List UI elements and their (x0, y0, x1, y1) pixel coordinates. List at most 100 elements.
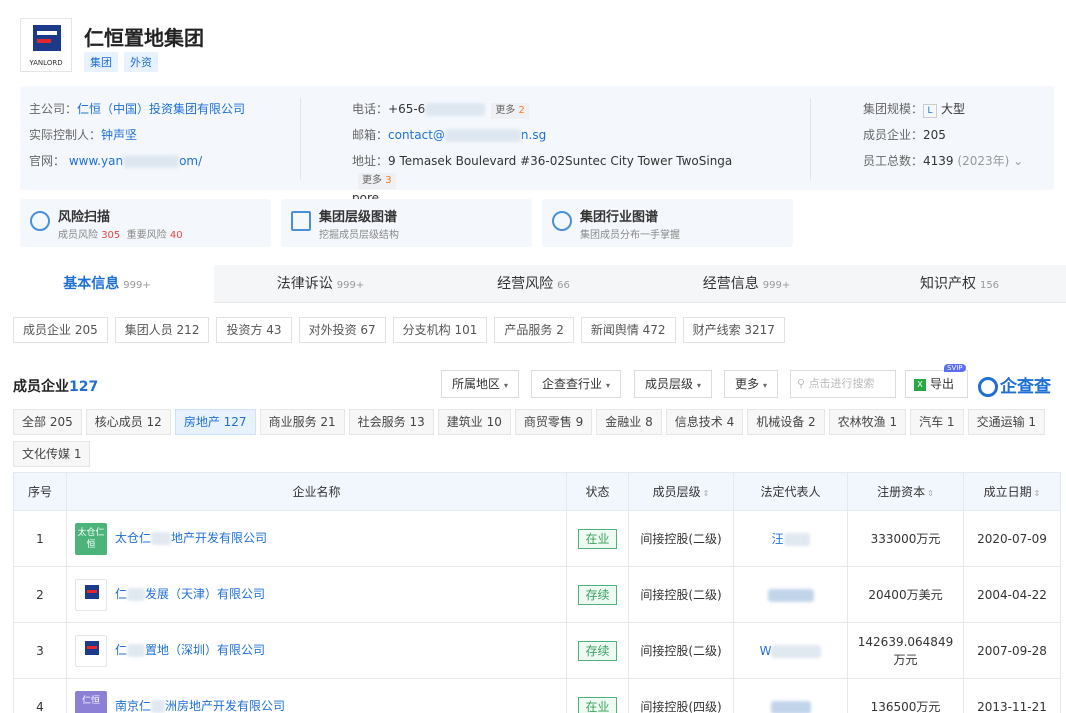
card-title: 集团行业图谱 (580, 210, 659, 225)
company-name-cell: 太仓仁恒 太仓仁 地产开发有限公司 (66, 510, 567, 567)
industry-business-service[interactable]: 商业服务 21 (259, 409, 345, 435)
risk-scan-card[interactable]: 风险扫描 成员风险 305 重要风险 40 (20, 199, 271, 247)
section-title: 成员企业127 (13, 379, 99, 395)
filter-region[interactable]: 所属地区 ▾ (441, 370, 520, 398)
parent-label: 主公司： (29, 102, 78, 116)
tab-business-risk[interactable]: 经营风险 66 (427, 265, 640, 303)
table-row: 1 太仓仁恒 太仓仁 地产开发有限公司 在业 间接控股(二级) 汪 333000万元… (13, 510, 1061, 567)
divider (810, 98, 811, 180)
scale-value: 大型 (941, 102, 966, 116)
rep-link[interactable]: W (760, 644, 772, 658)
filter-more[interactable]: 更多 ▾ (724, 370, 779, 398)
industry-transport[interactable]: 交通运输 1 (967, 409, 1046, 435)
rep-link[interactable]: 汪 (771, 532, 783, 546)
tag-foreign[interactable]: 外资 (124, 52, 158, 72)
scale-badge: L (923, 104, 938, 118)
industry-retail[interactable]: 商贸零售 9 (514, 409, 593, 435)
industry-it[interactable]: 信息技术 4 (665, 409, 744, 435)
table-header: 序号 企业名称 状态 成员层级 ⇕ 法定代表人 注册资本 ⇕ 成立日期 ⇕ (13, 472, 1061, 511)
subtab-investments[interactable]: 对外投资 67 (298, 317, 386, 343)
employees-value: 4139 (923, 154, 954, 168)
capital-cell: 333000万元 (847, 510, 964, 567)
industry-media[interactable]: 文化传媒 1 (13, 441, 91, 467)
filter-level[interactable]: 成员层级 ▾ (634, 370, 713, 398)
info-col-right: 集团规模： L 大型 成员企业：205 员工总数：4139 (2023年) ⌄ (863, 96, 1023, 174)
status-badge: 在业 (578, 696, 617, 713)
col-header-name: 企业名称 (66, 472, 567, 511)
status-badge: 在业 (578, 528, 617, 549)
employees-year: (2023年) (957, 154, 1010, 168)
hierarchy-icon (291, 211, 311, 231)
parent-company-link[interactable]: 仁恒（中国）投资集团有限公司 (77, 102, 245, 116)
controller-link[interactable]: 钟声坚 (101, 128, 137, 142)
col-header-rep: 法定代表人 (733, 472, 848, 511)
email-link[interactable]: contact@ n.sg (388, 128, 546, 142)
chevron-down-icon[interactable]: ⌄ (1013, 154, 1023, 168)
company-name-link[interactable]: 太仓仁 地产开发有限公司 (115, 531, 267, 545)
subtab-investors[interactable]: 投资方 43 (216, 317, 292, 343)
industry-core[interactable]: 核心成员 12 (85, 409, 171, 435)
subtab-people[interactable]: 集团人员 212 (114, 317, 210, 343)
industry-real-estate[interactable]: 房地产 127 (174, 409, 256, 435)
info-panel: 主公司：仁恒（中国）投资集团有限公司 实际控制人：钟声坚 官网： www.yan… (20, 86, 1054, 205)
subtab-products[interactable]: 产品服务 2 (494, 317, 574, 343)
level-cell: 间接控股(二级) (628, 510, 734, 567)
tab-litigation[interactable]: 法律诉讼 999+ (214, 265, 427, 303)
group-industry-card[interactable]: 集团行业图谱 集团成员分布一手掌握 (542, 199, 793, 247)
industry-auto[interactable]: 汽车 1 (910, 409, 964, 435)
status-cell: 在业 (566, 510, 629, 567)
industry-agriculture[interactable]: 农林牧渔 1 (828, 409, 907, 435)
status-cell: 在业 (566, 678, 629, 713)
address-more-button[interactable]: 更多 3 (358, 173, 396, 189)
group-hierarchy-card[interactable]: 集团层级图谱 挖掘成员层级结构 (281, 199, 532, 247)
col-header-level[interactable]: 成员层级 ⇕ (628, 472, 734, 511)
caret-down-icon: ▾ (606, 381, 611, 390)
info-col-middle: 电话：+65-6 更多 2 邮箱：contact@ n.sg 地址：9 Temase… (352, 96, 772, 207)
tag-group[interactable]: 集团 (84, 52, 118, 72)
sort-icon: ⇕ (1033, 489, 1041, 498)
industry-construction[interactable]: 建筑业 10 (437, 409, 511, 435)
tab-business-info[interactable]: 经营信息 999+ (640, 265, 853, 303)
subtab-members[interactable]: 成员企业 205 (13, 317, 108, 343)
address-value: 9 Temasek Boulevard #36-02Suntec City To… (352, 154, 733, 205)
card-subtitle: 成员风险 305 重要风险 40 (58, 230, 183, 241)
industry-all[interactable]: 全部 205 (13, 409, 82, 435)
capital-cell: 20400万美元 (847, 566, 964, 623)
email-label: 邮箱： (352, 128, 389, 142)
tab-ip[interactable]: 知识产权 156 (853, 265, 1066, 303)
subtab-branches[interactable]: 分支机构 101 (392, 317, 488, 343)
search-input[interactable]: ⚲ 点击进行搜索 (790, 370, 896, 398)
industry-social-service[interactable]: 社会服务 13 (348, 409, 434, 435)
tab-basic-info[interactable]: 基本信息 999+ (0, 265, 214, 303)
subtab-assets[interactable]: 财产线索 3217 (682, 317, 785, 343)
svip-badge: SVIP (944, 364, 966, 372)
capital-cell: 142639.064849万元 (847, 622, 964, 679)
controller-label: 实际控制人： (29, 128, 102, 142)
industry-machinery[interactable]: 机械设备 2 (747, 409, 825, 435)
company-name-link[interactable]: 南京仁 洲房地产开发有限公司 (115, 699, 285, 713)
rep-cell: 汪 (733, 510, 848, 567)
rep-cell: W (733, 622, 848, 679)
company-name-link[interactable]: 仁发展（天津）有限公司 (115, 587, 265, 601)
date-cell: 2013-11-21 (963, 678, 1061, 713)
phone-more-button[interactable]: 更多 2 (491, 103, 529, 119)
company-name-link[interactable]: 仁置地（深圳）有限公司 (115, 643, 265, 657)
row-number: 2 (13, 566, 67, 623)
company-logo (75, 634, 107, 667)
col-header-capital[interactable]: 注册资本 ⇕ (847, 472, 964, 511)
subtab-news[interactable]: 新闻舆情 472 (580, 317, 676, 343)
card-subtitle: 集团成员分布一手掌握 (580, 230, 680, 241)
industry-finance[interactable]: 金融业 8 (596, 409, 662, 435)
sub-tabs: 成员企业 205 集团人员 212 投资方 43 对外投资 67 分支机构 101 产品服… (13, 317, 792, 343)
status-cell: 存续 (566, 622, 629, 679)
col-header-no: 序号 (13, 472, 67, 511)
export-button[interactable]: X 导出 (905, 370, 968, 398)
main-tabs: 基本信息 999+ 法律诉讼 999+ 经营风险 66 经营信息 999+ 知识产权 15… (0, 265, 1066, 303)
website-link[interactable]: www.yan om/ (69, 154, 202, 168)
caret-down-icon: ▾ (763, 381, 768, 390)
logo-caption: YANLORD (29, 59, 63, 67)
filter-industry[interactable]: 企查查行业 ▾ (531, 370, 622, 398)
col-header-date[interactable]: 成立日期 ⇕ (963, 472, 1061, 511)
col-header-status: 状态 (566, 472, 629, 511)
rep-cell (733, 678, 848, 713)
